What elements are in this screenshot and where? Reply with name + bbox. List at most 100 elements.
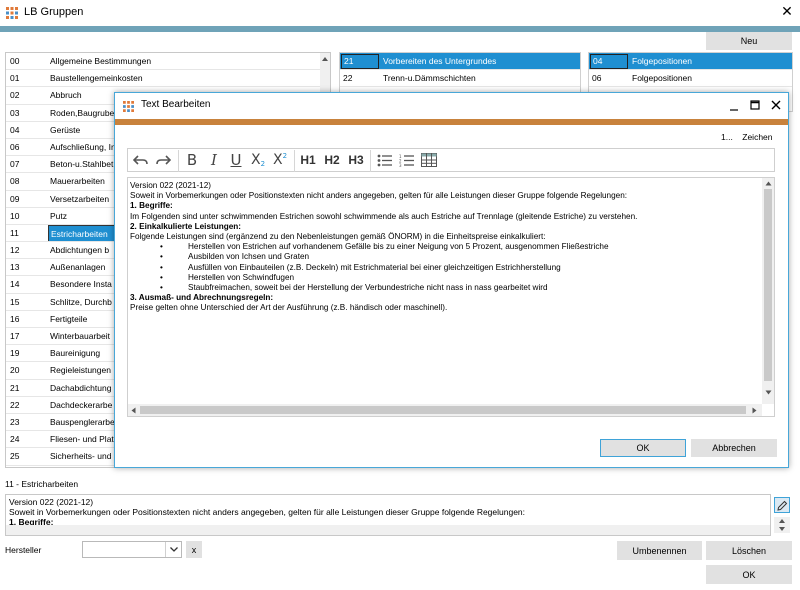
group-code: 21 xyxy=(10,382,20,393)
group-code: 14 xyxy=(10,279,20,290)
numbered-list-icon[interactable]: 123 xyxy=(398,151,416,169)
text-line: Version 022 (2021-12) xyxy=(130,181,212,190)
delete-button[interactable]: Löschen xyxy=(706,541,792,560)
ok-button[interactable]: OK xyxy=(706,565,792,584)
char-counter: 1... Zeichen xyxy=(721,132,773,142)
group-text-preview: Version 022 (2021-12) Soweit in Vorbemer… xyxy=(5,494,771,536)
scroll-up-icon[interactable] xyxy=(321,56,329,62)
group-code: 16 xyxy=(10,313,20,324)
editor-toolbar: B I U X2 X2 H1 H2 H3 123 xyxy=(127,148,775,172)
text-line: Preise gelten ohne Unterschied der Art d… xyxy=(130,303,448,313)
group-code: 02 xyxy=(10,90,20,101)
group-code: 11 xyxy=(10,227,19,238)
bold-icon[interactable]: B xyxy=(184,151,200,169)
undo-icon[interactable] xyxy=(132,151,150,169)
maximize-icon[interactable] xyxy=(750,100,760,110)
followup-row[interactable]: 06 Folgepositionen xyxy=(589,70,792,87)
group-code: 17 xyxy=(10,331,20,341)
group-code: 23 xyxy=(10,416,20,427)
dialog-ok-button[interactable]: OK xyxy=(600,439,686,457)
italic-icon[interactable]: I xyxy=(206,151,222,169)
group-code: 09 xyxy=(10,193,20,204)
preview-horizontal-scrollbar[interactable] xyxy=(6,525,770,535)
group-code: 00 xyxy=(10,56,20,66)
manufacturer-select[interactable] xyxy=(82,541,182,558)
window-title: LB Gruppen xyxy=(24,6,84,18)
scroll-down-icon[interactable] xyxy=(779,527,785,531)
group-row[interactable]: 00 Allgemeine Bestimmungen xyxy=(6,53,320,71)
superscript-icon[interactable]: X2 xyxy=(270,151,290,169)
dialog-accent-strip xyxy=(115,119,788,125)
preview-vertical-scrollbar[interactable] xyxy=(774,517,790,533)
group-code: 25 xyxy=(10,451,20,462)
group-code: 19 xyxy=(10,348,20,359)
table-icon[interactable] xyxy=(420,151,438,169)
scroll-thumb[interactable] xyxy=(140,406,746,414)
text-heading: 3. Ausmaß- und Abrechnungsregeln: xyxy=(130,293,274,303)
text-edit-dialog: Text Bearbeiten 1... Zeichen B I U X2 X2… xyxy=(114,92,789,468)
clear-manufacturer-button[interactable]: x xyxy=(186,541,202,558)
close-icon[interactable]: ✕ xyxy=(778,3,796,20)
text-heading: 2. Einkalkulierte Leistungen: xyxy=(130,221,242,231)
group-name: Baustellengemeinkosten xyxy=(50,73,143,84)
text-heading: 1. Begriffe: xyxy=(130,201,173,211)
app-grid-icon xyxy=(123,101,134,112)
scroll-up-icon[interactable] xyxy=(765,181,772,186)
selected-group-label: 11 - Estricharbeiten xyxy=(5,479,79,489)
group-code: 08 xyxy=(10,176,20,187)
group-code: 15 xyxy=(10,296,20,307)
scroll-thumb[interactable] xyxy=(764,189,772,381)
dialog-cancel-button[interactable]: Abbrechen xyxy=(691,439,777,457)
scroll-right-icon[interactable] xyxy=(752,407,757,414)
subscript-icon[interactable]: X2 xyxy=(248,151,268,169)
close-icon[interactable] xyxy=(771,100,781,110)
scroll-down-icon[interactable] xyxy=(765,390,772,395)
text-line: Im Folgenden sind unter schwimmenden Est… xyxy=(130,211,638,221)
accent-strip xyxy=(0,26,800,32)
group-code: 12 xyxy=(10,245,20,256)
heading-2-button[interactable]: H2 xyxy=(322,151,342,169)
group-code: 10 xyxy=(10,210,20,221)
chevron-down-icon[interactable] xyxy=(165,542,181,557)
underline-icon[interactable]: U xyxy=(228,151,244,169)
new-button[interactable]: Neu xyxy=(706,32,792,50)
text-line: Version 022 (2021-12) xyxy=(9,497,94,507)
subgroup-row[interactable]: 21 Vorbereiten des Untergrundes xyxy=(340,53,580,70)
subgroup-name: Vorbereiten des Untergrundes xyxy=(383,56,497,66)
list-item: Herstellen von Estrichen auf vorhandenem… xyxy=(130,242,758,252)
group-code: 20 xyxy=(10,365,20,376)
rich-text-editor[interactable]: Version 022 (2021-12) Soweit in Vorbemer… xyxy=(127,177,775,417)
group-code: 13 xyxy=(10,262,20,273)
minimize-icon[interactable] xyxy=(729,103,739,113)
group-code: 22 xyxy=(10,399,20,410)
editor-vertical-scrollbar[interactable] xyxy=(762,178,774,404)
group-code: 06 xyxy=(10,141,20,152)
heading-1-button[interactable]: H1 xyxy=(298,151,318,169)
text-line: Soweit in Vorbemerkungen oder Positionst… xyxy=(130,191,628,201)
followup-row[interactable]: 04 Folgepositionen xyxy=(589,53,792,70)
subgroup-row[interactable]: 22 Trenn-u.Dämmschichten xyxy=(340,70,580,87)
followup-code: 04 xyxy=(590,54,628,69)
dialog-title: Text Bearbeiten xyxy=(141,99,211,110)
followup-name: Folgepositionen xyxy=(632,73,693,83)
scroll-left-icon[interactable] xyxy=(131,407,136,414)
group-code: 24 xyxy=(10,434,20,445)
edit-text-button[interactable] xyxy=(774,497,790,513)
text-line: Soweit in Vorbemerkungen oder Positionst… xyxy=(9,507,526,517)
rename-button[interactable]: Umbenennen xyxy=(617,541,702,560)
group-name: Allgemeine Bestimmungen xyxy=(50,56,152,66)
heading-3-button[interactable]: H3 xyxy=(346,151,366,169)
scroll-up-icon[interactable] xyxy=(779,519,785,523)
redo-icon[interactable] xyxy=(154,151,172,169)
main-titlebar: LB Gruppen ✕ xyxy=(0,0,800,26)
editor-horizontal-scrollbar[interactable] xyxy=(128,404,762,416)
list-item: Ausfüllen von Einbauteilen (z.B. Deckeln… xyxy=(130,263,758,273)
editor-content[interactable]: Version 022 (2021-12) Soweit in Vorbemer… xyxy=(130,181,758,314)
bullet-list-icon[interactable] xyxy=(376,151,394,169)
followup-code: 06 xyxy=(592,73,602,83)
group-code: 07 xyxy=(10,159,20,170)
group-code: 01 xyxy=(10,73,20,84)
group-row[interactable]: 01 Baustellengemeinkosten xyxy=(6,70,320,88)
list-item: Herstellen von Schwindfugen xyxy=(130,273,758,283)
subgroup-name: Trenn-u.Dämmschichten xyxy=(383,73,476,83)
